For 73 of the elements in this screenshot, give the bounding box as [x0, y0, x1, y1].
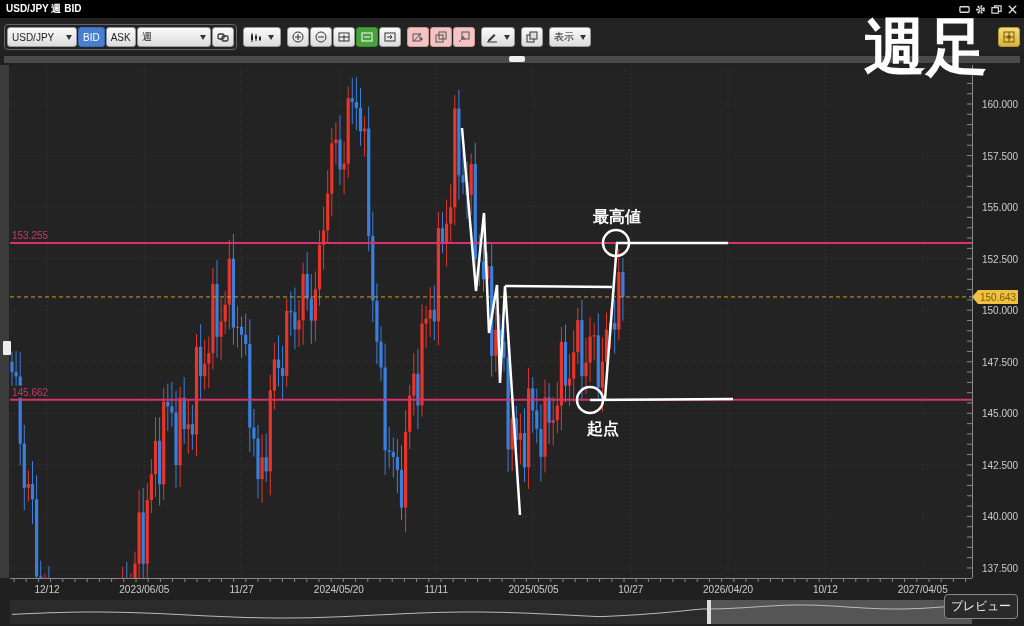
- price-label: 142.500: [982, 459, 1019, 471]
- zoom-out-icon: [314, 31, 327, 43]
- add-drawing-button[interactable]: [406, 27, 429, 47]
- jump-button[interactable]: [378, 27, 401, 47]
- date-label: 11/27: [229, 584, 254, 595]
- preview-tooltip: プレビュー: [944, 594, 1018, 619]
- date-label: 10/12: [812, 584, 838, 595]
- date-label: 11/11: [424, 584, 448, 595]
- candlestick-icon: [249, 31, 262, 43]
- minimize-icon[interactable]: [959, 3, 970, 15]
- caret-icon: [66, 34, 72, 40]
- date-label: 2024/05/20: [313, 584, 364, 595]
- navigator-drawing[interactable]: [10, 600, 972, 624]
- chart-type-button[interactable]: [242, 27, 281, 47]
- price-level-line[interactable]: [9, 242, 973, 245]
- grid-icon: [337, 31, 350, 43]
- window-button[interactable]: [520, 27, 543, 47]
- layout-button[interactable]: [998, 27, 1020, 47]
- scroll-handle[interactable]: [3, 341, 11, 355]
- link-button[interactable]: [211, 27, 234, 47]
- date-label: 10/27: [618, 584, 644, 595]
- price-label: 155.000: [982, 202, 1019, 214]
- price-label: 140.000: [982, 511, 1019, 523]
- restore-icon[interactable]: [991, 3, 1002, 15]
- copy-drawing-button[interactable]: [429, 27, 452, 47]
- fit-button[interactable]: [332, 27, 355, 47]
- level-price: 153.255: [11, 229, 49, 242]
- settings-icon[interactable]: [975, 3, 986, 15]
- price-label: 145.000: [982, 408, 1019, 420]
- windows-icon: [525, 31, 538, 43]
- window-title: USD/JPY 週 BID: [6, 2, 82, 16]
- zoom-in-icon: [291, 31, 304, 43]
- price-label: 152.500: [982, 253, 1019, 265]
- date-label: 2023/06/05: [119, 584, 170, 595]
- price-label: 160.000: [982, 99, 1019, 110]
- overlay-title: 週足: [864, 16, 988, 78]
- price-side-tab[interactable]: BID: [78, 27, 105, 47]
- price-label: 137.500: [982, 562, 1019, 574]
- add-drawing-icon: [411, 31, 424, 43]
- price-level-line[interactable]: [9, 398, 973, 401]
- copy-drawing-icon: [434, 31, 447, 43]
- price-label: 157.500: [982, 150, 1019, 162]
- caret-icon: [579, 34, 586, 40]
- annotation-label: 起点: [587, 419, 619, 438]
- date-label: 12/12: [34, 584, 60, 595]
- price-label: 147.500: [982, 356, 1019, 368]
- current-price-tag: 150.643: [972, 289, 1018, 304]
- jump-icon: [383, 31, 396, 43]
- zoom-out-button[interactable]: [309, 27, 332, 47]
- pen-icon: [485, 31, 498, 43]
- date-label: 2025/05/05: [508, 584, 559, 595]
- pen-button[interactable]: [480, 27, 515, 47]
- caret-icon: [267, 34, 274, 40]
- link-icon: [216, 31, 229, 43]
- period-dropdown[interactable]: 週: [136, 27, 211, 47]
- scroll-thumb[interactable]: [509, 56, 525, 62]
- left-scroll-track[interactable]: [0, 65, 9, 578]
- symbol-dropdown[interactable]: USD/JPY: [7, 27, 77, 47]
- price-label: 150.000: [982, 305, 1019, 317]
- price-side-tab[interactable]: ASK: [105, 27, 136, 47]
- date-label: 2027/04/05: [897, 584, 948, 595]
- scroll-button[interactable]: [355, 27, 378, 47]
- caret-icon: [503, 34, 510, 40]
- remove-drawing-button[interactable]: [452, 27, 475, 47]
- caret-icon: [199, 34, 206, 40]
- close-icon[interactable]: [1007, 3, 1018, 15]
- layout-icon: [1003, 31, 1015, 43]
- date-label: 2026/04/20: [703, 584, 754, 595]
- scroll-icon: [360, 31, 373, 43]
- annotation-label: 最高値: [593, 207, 641, 226]
- display-menu[interactable]: 表示: [548, 27, 591, 47]
- zoom-in-button[interactable]: [286, 27, 309, 47]
- arrow-icon: [457, 31, 470, 43]
